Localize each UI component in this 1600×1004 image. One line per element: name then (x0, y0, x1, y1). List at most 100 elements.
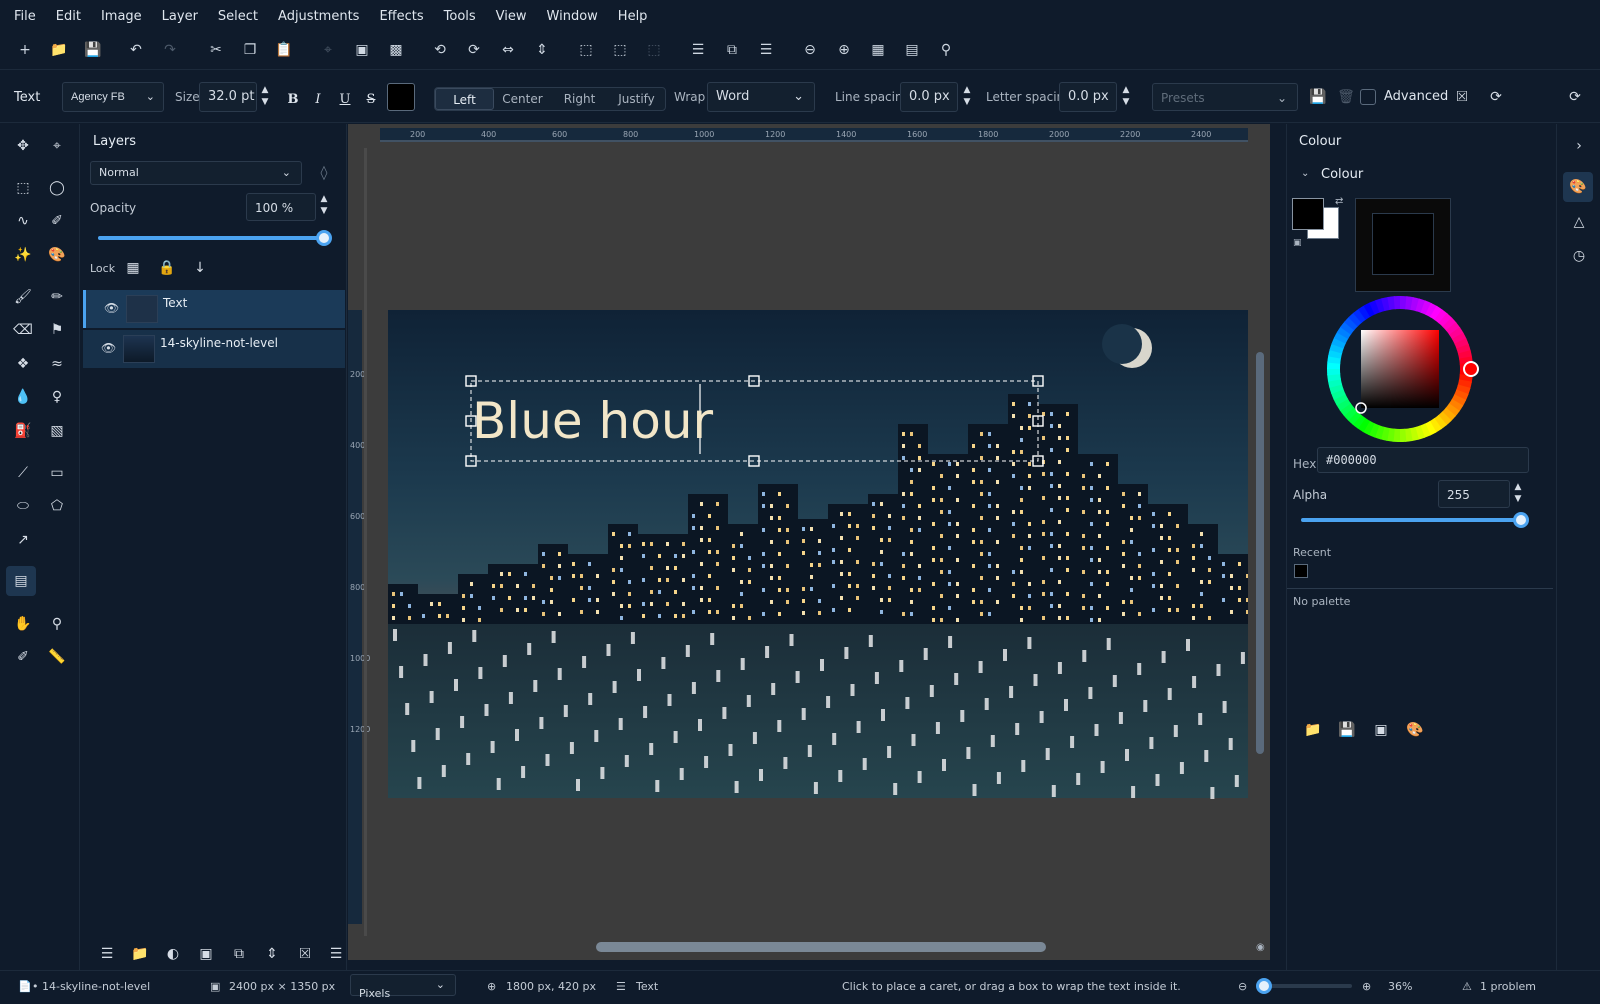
lock-position-icon[interactable]: ↓ (188, 256, 212, 280)
pan-tool-icon[interactable]: ✋ (11, 612, 35, 636)
freeform-select-icon[interactable]: ∿ (11, 209, 35, 233)
horizontal-scrollbar[interactable] (596, 942, 1046, 952)
pencil-tool-icon[interactable]: ✏ (45, 285, 69, 309)
rotate-right-icon[interactable]: ⟳ (464, 40, 484, 60)
collapse-icon[interactable]: ⌄ (1301, 168, 1309, 179)
layer-properties-icon[interactable]: ☰ (324, 942, 348, 966)
text-tool-icon[interactable]: ▤ (6, 566, 36, 596)
search-icon[interactable]: ⚲ (936, 40, 956, 60)
blur-tool-icon[interactable]: 💧 (11, 385, 35, 409)
menu-select[interactable]: Select (218, 9, 258, 24)
layer-style-icon[interactable]: ◊ (312, 161, 336, 185)
open-palette-icon[interactable]: 📁 (1301, 718, 1325, 742)
primary-colour-swatch[interactable] (1292, 198, 1324, 230)
paint-bucket-icon[interactable]: ⛽ (11, 419, 35, 443)
align-right-button[interactable]: Right (551, 88, 608, 110)
lasso-select-icon[interactable]: ◯ (45, 176, 69, 200)
line-tool-icon[interactable]: ⟋ (11, 461, 35, 485)
zoom-slider[interactable] (1256, 978, 1352, 994)
eraser-tool-icon[interactable]: ⌫ (11, 318, 35, 342)
palette-from-image-icon[interactable]: ▣ (1369, 718, 1393, 742)
mask-icon[interactable]: ◐ (161, 942, 185, 966)
layer-row-skyline[interactable]: 👁 14-skyline-not-level (83, 330, 345, 368)
resize-image-icon[interactable]: ▣ (352, 40, 372, 60)
crop-tool-icon[interactable]: ⌖ (45, 134, 69, 158)
hue-picker-handle[interactable] (1463, 361, 1479, 377)
add-group-icon[interactable]: 📁 (128, 942, 152, 966)
eyedropper-icon[interactable]: ✐ (11, 645, 35, 669)
line-spacing-stepper-icon[interactable]: ▲ ▼ (960, 84, 974, 110)
menu-view[interactable]: View (496, 9, 527, 24)
size-stepper-icon[interactable]: ▲ ▼ (258, 84, 272, 110)
align-justify-button[interactable]: Justify (608, 88, 665, 110)
menu-adjustments[interactable]: Adjustments (278, 9, 359, 24)
quick-select-icon[interactable]: ✐ (45, 209, 69, 233)
menu-effects[interactable]: Effects (379, 9, 423, 24)
letter-spacing-stepper-icon[interactable]: ▲ ▼ (1119, 84, 1133, 110)
invert-selection-icon[interactable]: ⬚ (644, 40, 664, 60)
lock-icon[interactable]: 🔒 (155, 256, 179, 280)
cut-icon[interactable]: ✂ (206, 40, 226, 60)
flatten-icon[interactable]: ⮽ (293, 942, 317, 966)
strikethrough-icon[interactable]: S (362, 92, 380, 110)
visibility-eye-icon[interactable]: 👁 (104, 301, 119, 315)
canvas-size-icon[interactable]: ▩ (386, 40, 406, 60)
new-icon[interactable]: + (15, 40, 35, 60)
opacity-stepper-icon[interactable]: ▲ ▼ (317, 193, 331, 219)
magic-wand-icon[interactable]: ✨ (11, 243, 35, 267)
opacity-input[interactable]: 100 % (246, 193, 316, 221)
zoom-tool-icon[interactable]: ⚲ (45, 612, 69, 636)
colour-panel-tab-icon[interactable]: 🎨 (1563, 172, 1593, 202)
align-center-button[interactable]: Center (494, 88, 551, 110)
letter-spacing-input[interactable]: 0.0 px (1059, 82, 1117, 112)
reset-icon[interactable]: ⟳ (1484, 85, 1508, 109)
advanced-checkbox[interactable] (1360, 89, 1376, 105)
add-layer-icon[interactable]: ☰ (688, 40, 708, 60)
rectangle-select-icon[interactable]: ⬚ (11, 176, 35, 200)
measure-tool-icon[interactable]: 📏 (45, 645, 69, 669)
reset-colours-icon[interactable]: ▣ (1293, 238, 1302, 248)
clone-stamp-icon[interactable]: ⚑ (45, 318, 69, 342)
undo-icon[interactable]: ↶ (126, 40, 146, 60)
duplicate-layer-icon[interactable]: ⧉ (227, 942, 251, 966)
copy-icon[interactable]: ❐ (240, 40, 260, 60)
font-family-select[interactable]: Agency FB ⌄ (62, 82, 164, 112)
add-layer-icon[interactable]: ☰ (95, 942, 119, 966)
collapse-panel-icon[interactable]: › (1567, 134, 1591, 158)
menu-layer[interactable]: Layer (162, 9, 198, 24)
smudge-tool-icon[interactable]: ≈ (45, 352, 69, 376)
alpha-stepper-icon[interactable]: ▲ ▼ (1511, 481, 1525, 507)
menu-edit[interactable]: Edit (56, 9, 81, 24)
refresh-icon[interactable]: ⟳ (1563, 85, 1587, 109)
arrow-tool-icon[interactable]: ↗ (11, 528, 35, 552)
merge-layer-icon[interactable]: ☰ (756, 40, 776, 60)
delete-preset-icon[interactable]: 🗑 (1334, 85, 1358, 109)
units-select[interactable]: Pixels ⌄ (350, 974, 456, 1000)
menu-tools[interactable]: Tools (444, 9, 476, 24)
fit-window-icon[interactable]: ▤ (902, 40, 922, 60)
menu-window[interactable]: Window (547, 9, 598, 24)
zoom-out-icon[interactable]: ⊖ (800, 40, 820, 60)
line-spacing-input[interactable]: 0.0 px (900, 82, 958, 112)
rectangle-tool-icon[interactable]: ▭ (45, 461, 69, 485)
alpha-input[interactable]: 255 (1438, 480, 1510, 508)
paste-icon[interactable]: 📋 (274, 40, 294, 60)
font-size-input[interactable]: 32.0 pt (199, 82, 257, 112)
menu-help[interactable]: Help (618, 9, 648, 24)
opacity-slider-handle[interactable] (316, 230, 332, 246)
lock-pixels-icon[interactable]: ▦ (121, 256, 145, 280)
palette-grid[interactable] (1355, 198, 1451, 292)
vertical-scrollbar[interactable] (1256, 352, 1264, 754)
ellipse-tool-icon[interactable]: ⬭ (11, 494, 35, 518)
canvas-area[interactable]: 200 400 600 800 1000 1200 1400 1600 1800 2000 2200… (348, 124, 1270, 960)
text-color-swatch[interactable] (387, 83, 415, 111)
zoom-in-icon[interactable]: ⊕ (1362, 980, 1371, 993)
duplicate-layer-icon[interactable]: ⧉ (722, 40, 742, 60)
save-palette-icon[interactable]: 💾 (1335, 718, 1359, 742)
problems-count[interactable]: 1 problem (1480, 980, 1536, 993)
save-preset-icon[interactable]: 💾 (1306, 85, 1330, 109)
flip-horizontal-icon[interactable]: ⇔ (498, 40, 518, 60)
blend-mode-select[interactable]: Normal ⌄ (90, 161, 302, 185)
presets-select[interactable]: Presets ⌄ (1152, 83, 1298, 111)
select-all-icon[interactable]: ⬚ (576, 40, 596, 60)
